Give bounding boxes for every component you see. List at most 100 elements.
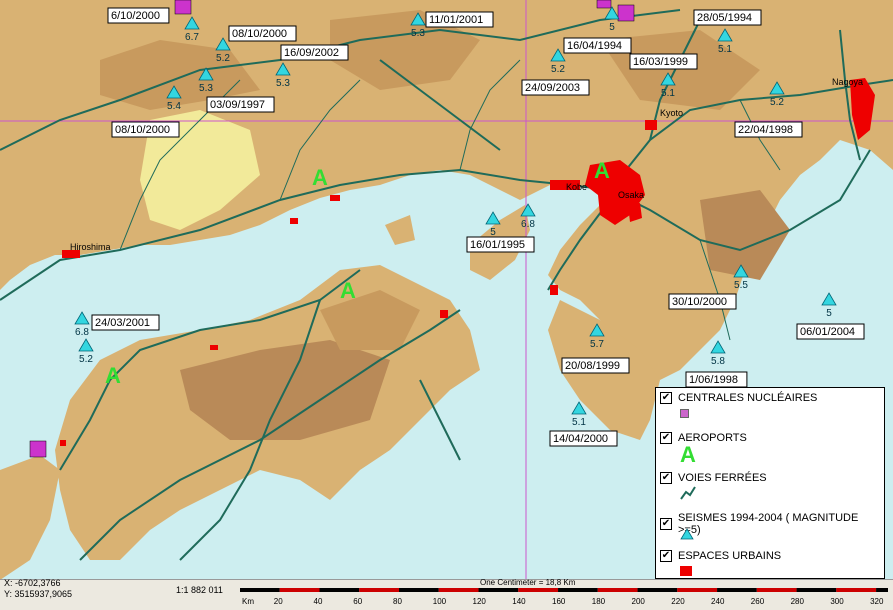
earthquake-magnitude: 6.8 — [75, 327, 89, 338]
scale-segment — [637, 588, 678, 592]
earthquake-magnitude: 5.1 — [572, 417, 586, 428]
legend-panel: ✔ CENTRALES NUCLÉAIRES ✔ AEROPORTS A ✔ V… — [655, 387, 885, 579]
legend-item-urban[interactable]: ✔ ESPACES URBAINS — [660, 550, 781, 562]
date-label: 16/01/1995 — [466, 236, 535, 253]
earthquake-magnitude: 5.2 — [770, 97, 784, 108]
legend-item-nuclear[interactable]: ✔ CENTRALES NUCLÉAIRES — [660, 392, 817, 404]
scale-tick-label: 40 — [314, 597, 323, 606]
earthquake-magnitude: 5 — [609, 22, 615, 33]
scale-tick-label: 200 — [632, 597, 646, 606]
scale-tick-label: 180 — [592, 597, 606, 606]
date-label: 16/09/2002 — [280, 44, 349, 61]
earthquake-magnitude: 6.8 — [521, 219, 535, 230]
legend-checkbox[interactable]: ✔ — [660, 472, 672, 484]
earthquake-magnitude: 5.1 — [718, 44, 732, 55]
scale-segment — [438, 588, 479, 592]
scale-tick-label: 300 — [830, 597, 844, 606]
date-label: 1/06/1998 — [685, 371, 748, 388]
earthquake-magnitude: 5.2 — [216, 53, 230, 64]
scale-segment — [240, 588, 280, 592]
date-label: 16/03/1999 — [629, 53, 698, 70]
scale-segment — [756, 588, 797, 592]
legend-checkbox[interactable]: ✔ — [660, 432, 672, 444]
label-hiroshima: Hiroshima — [70, 242, 111, 252]
earthquake-magnitude: 5.1 — [661, 88, 675, 99]
earthquake-magnitude: 5 — [826, 308, 832, 319]
earthquake-magnitude: 5.2 — [551, 64, 565, 75]
label-nagoya: Nagoya — [832, 77, 863, 87]
svg-text:A: A — [340, 278, 356, 303]
legend-checkbox[interactable]: ✔ — [660, 392, 672, 404]
svg-text:A: A — [105, 363, 121, 388]
earthquake-magnitude: 6.7 — [185, 32, 199, 43]
urban-area-icon — [680, 566, 692, 576]
svg-text:08/10/2000: 08/10/2000 — [115, 124, 170, 136]
svg-text:28/05/1994: 28/05/1994 — [697, 12, 752, 24]
earthquake-magnitude: 5.2 — [79, 354, 93, 365]
svg-text:16/04/1994: 16/04/1994 — [567, 40, 622, 52]
svg-text:06/01/2004: 06/01/2004 — [800, 326, 855, 338]
scale-tick-label: 280 — [791, 597, 805, 606]
scale-tick-label: 140 — [512, 597, 526, 606]
legend-checkbox[interactable]: ✔ — [660, 550, 672, 562]
scale-bar: Km 20 40 60 80 100 120 140 160 180 200 220 240 260 280… — [240, 588, 888, 606]
status-bar: X: -6702,3766 Y: 3515937,9065 1:1 882 01… — [0, 578, 893, 610]
legend-item-airports[interactable]: ✔ AEROPORTS — [660, 432, 747, 444]
scale-segment — [558, 588, 598, 592]
scale-segment — [518, 588, 559, 592]
svg-text:08/10/2000: 08/10/2000 — [232, 28, 287, 40]
legend-label: VOIES FERRÉES — [678, 472, 767, 484]
scale-segment — [836, 588, 877, 592]
scale-segment — [399, 588, 439, 592]
scale-segment — [359, 588, 400, 592]
legend-checkbox[interactable]: ✔ — [660, 518, 672, 530]
svg-text:03/09/1997: 03/09/1997 — [210, 99, 265, 111]
scale-unit: Km — [242, 597, 254, 606]
nuclear-plant-icon — [680, 409, 689, 418]
label-kyoto: Kyoto — [660, 108, 683, 118]
x-coordinate: X: -6702,3766 — [4, 578, 61, 588]
airport-icon: A — [680, 442, 696, 467]
legend-label: SEISMES 1994-2004 ( MAGNITUDE >=5) — [678, 512, 859, 536]
svg-text:16/09/2002: 16/09/2002 — [284, 47, 339, 59]
svg-text:16/03/1999: 16/03/1999 — [633, 56, 688, 68]
earthquake-magnitude: 5.3 — [411, 28, 425, 39]
date-label: 6/10/2000 — [107, 7, 170, 24]
svg-text:30/10/2000: 30/10/2000 — [672, 296, 727, 308]
map-scale: 1:1 882 011 — [176, 585, 223, 595]
date-label: 28/05/1994 — [693, 9, 762, 26]
legend-label: CENTRALES NUCLÉAIRES — [678, 392, 818, 404]
svg-text:11/01/2001: 11/01/2001 — [429, 14, 483, 26]
svg-text:22/04/1998: 22/04/1998 — [738, 124, 793, 136]
svg-text:16/01/1995: 16/01/1995 — [470, 239, 525, 251]
label-osaka: Osaka — [618, 190, 644, 200]
svg-text:1/06/1998: 1/06/1998 — [689, 374, 738, 386]
legend-label: ESPACES URBAINS — [678, 550, 782, 562]
date-label: 16/04/1994 — [563, 37, 632, 54]
date-label: 14/04/2000 — [549, 430, 618, 447]
date-label: 08/10/2000 — [111, 121, 180, 138]
date-label: 08/10/2000 — [228, 25, 297, 42]
date-label: 20/08/1999 — [561, 357, 630, 374]
scale-segment — [876, 588, 888, 592]
scale-tick-label: 240 — [711, 597, 725, 606]
svg-text:14/04/2000: 14/04/2000 — [553, 433, 608, 445]
date-label: 30/10/2000 — [668, 293, 737, 310]
date-label: 24/09/2003 — [521, 79, 590, 96]
date-label: 22/04/1998 — [734, 121, 803, 138]
svg-text:6/10/2000: 6/10/2000 — [111, 10, 160, 22]
earthquake-magnitude: 5.8 — [711, 356, 725, 367]
earthquake-magnitude: 5.5 — [734, 280, 748, 291]
scale-segment — [478, 588, 519, 592]
date-label: 03/09/1997 — [206, 96, 275, 113]
scale-tick-label: 60 — [353, 597, 362, 606]
scale-tick-label: 20 — [274, 597, 283, 606]
scale-segment — [677, 588, 718, 592]
svg-text:24/09/2003: 24/09/2003 — [525, 82, 580, 94]
svg-text:20/08/1999: 20/08/1999 — [565, 360, 620, 372]
legend-item-railways[interactable]: ✔ VOIES FERRÉES — [660, 472, 767, 484]
scale-tick-label: 320 — [870, 597, 884, 606]
scale-tick-label: 160 — [552, 597, 566, 606]
scale-tick-label: 260 — [751, 597, 765, 606]
scale-segment — [717, 588, 757, 592]
